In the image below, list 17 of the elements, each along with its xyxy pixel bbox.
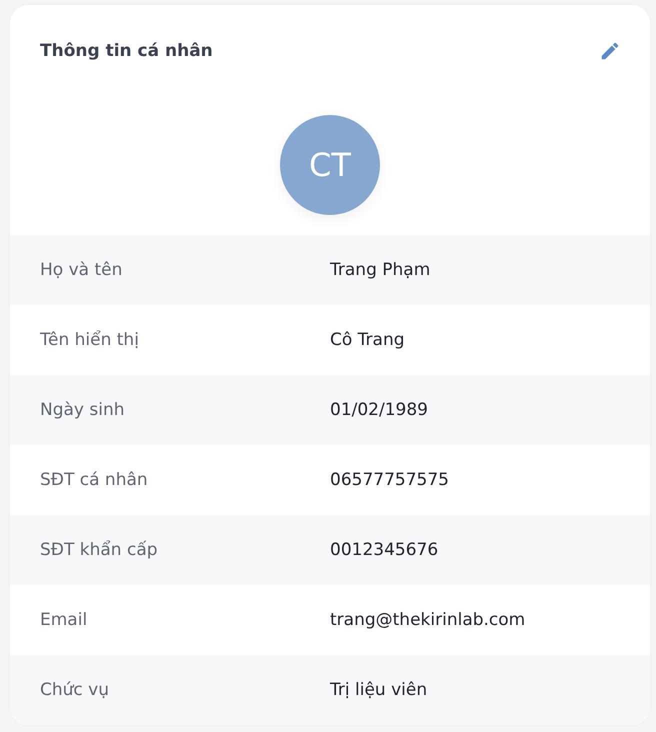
field-label: Ngày sinh <box>40 400 126 420</box>
field-value: 01/02/1989 <box>330 400 429 420</box>
field-value: 0012345676 <box>330 540 440 560</box>
card-title: Thông tin cá nhân <box>40 41 213 61</box>
field-label: Email <box>40 610 88 630</box>
field-label: Chức vụ <box>40 680 110 700</box>
field-value: 06577757575 <box>330 470 450 490</box>
field-value: trang@thekirinlab.com <box>330 610 526 630</box>
field-value: Trang Phạm <box>330 260 432 280</box>
field-label: SĐT khẩn cấp <box>40 540 159 560</box>
field-label: SĐT cá nhân <box>40 470 149 490</box>
field-label: Họ và tên <box>40 260 124 280</box>
avatar: CT <box>280 115 380 215</box>
pencil-icon <box>599 40 621 62</box>
field-label: Tên hiển thị <box>40 330 140 350</box>
field-value: Cô Trang <box>330 330 406 350</box>
field-value: Trị liệu viên <box>330 680 428 700</box>
